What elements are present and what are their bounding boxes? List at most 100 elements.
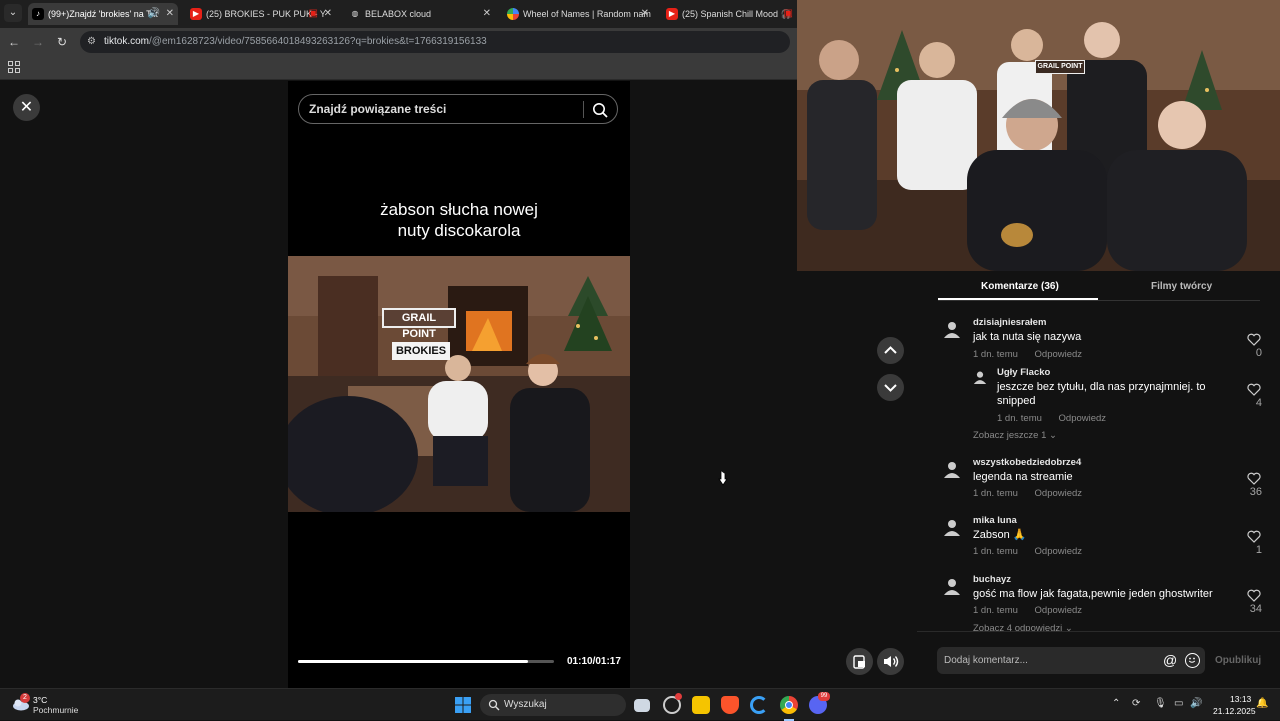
heart-icon[interactable] — [1247, 472, 1261, 485]
search-icon — [488, 699, 500, 711]
weather-description: Pochmurnie — [33, 705, 79, 715]
forward-button[interactable]: → — [28, 32, 48, 52]
chevron-up-icon — [884, 346, 897, 354]
close-video-button[interactable]: ✕ — [13, 94, 40, 121]
microphone-icon[interactable]: 🎙 — [1154, 698, 1167, 709]
video-player[interactable]: żabson słucha nowej nuty discokarola — [288, 81, 630, 688]
back-button[interactable]: ← — [4, 32, 24, 52]
show-more-replies[interactable]: Zobacz jeszcze 1 ⌄ — [973, 430, 1057, 441]
copilot-icon[interactable] — [663, 693, 682, 714]
like-count: 0 — [1255, 347, 1262, 359]
next-video-button[interactable] — [877, 374, 904, 401]
reload-button[interactable]: ↻ — [52, 32, 72, 52]
file-explorer-icon[interactable] — [692, 696, 710, 714]
brave-icon[interactable] — [721, 696, 739, 714]
weather-badge: 2 — [20, 693, 30, 703]
ccleaner-icon[interactable] — [750, 696, 768, 714]
stream-webcam-overlay: GRAIL POINT — [797, 0, 1280, 271]
add-comment-box: @ — [937, 647, 1205, 674]
windows-start-icon[interactable] — [454, 696, 472, 714]
comment-username[interactable]: Ugły Flacko — [997, 367, 1050, 378]
reply-button[interactable]: Odpowiedz — [1059, 413, 1107, 424]
previous-video-button[interactable] — [877, 337, 904, 364]
reply-button[interactable]: Odpowiedz — [1035, 349, 1083, 360]
avatar[interactable] — [943, 460, 961, 478]
tab-spanish-chill[interactable]: ▶ (25) Spanish Chill Mood 🎧 ▣ — [662, 3, 797, 25]
comment-time: 1 dn. temu — [997, 413, 1042, 424]
grail-point-sign: GRAIL POINT — [382, 308, 456, 340]
comment-meta: 1 dn. temu Odpowiedz — [973, 546, 1082, 557]
audio-icon[interactable]: 🔊 — [148, 3, 160, 25]
video-progress-bar[interactable] — [298, 660, 554, 663]
comment-username[interactable]: dzisiajniesrałem — [973, 317, 1046, 328]
chrome-icon[interactable] — [780, 696, 798, 714]
tab-wheel-of-names[interactable]: Wheel of Names | Random nam ✕ — [503, 3, 653, 25]
comment-username[interactable]: mika luna — [973, 515, 1017, 526]
comment-text: legenda na streamie — [973, 471, 1073, 483]
windows-search-box[interactable]: Wyszukaj — [480, 694, 626, 716]
avatar[interactable] — [943, 577, 961, 595]
notifications-icon[interactable]: 🔔 — [1256, 698, 1268, 709]
chevron-down-icon: ⌄ — [1049, 430, 1058, 441]
reply-button[interactable]: Odpowiedz — [1035, 605, 1083, 616]
emoji-icon[interactable] — [1185, 653, 1200, 668]
video-frame: GRAIL POINT BROKIES — [288, 256, 630, 512]
tab-creator-videos[interactable]: Filmy twórcy — [1151, 281, 1212, 292]
recording-icon: ▣ — [308, 8, 318, 19]
panel-divider — [917, 631, 1280, 632]
floating-player-button[interactable] — [846, 648, 873, 675]
search-icon[interactable] — [591, 101, 609, 119]
publish-button[interactable]: Opublikuj — [1215, 655, 1261, 666]
like-count: 4 — [1255, 397, 1262, 409]
reply-button[interactable]: Odpowiedz — [1035, 546, 1083, 557]
tab-search-button[interactable]: ⌄ — [4, 4, 22, 22]
comment-meta: 1 dn. temu Odpowiedz — [973, 488, 1082, 499]
weather-widget[interactable]: 2 — [12, 693, 30, 711]
close-tab-icon[interactable]: ✕ — [641, 3, 649, 25]
comment-meta: 1 dn. temu Odpowiedz — [973, 349, 1082, 360]
sync-icon[interactable]: ⟳ — [1132, 698, 1140, 709]
heart-icon[interactable] — [1247, 333, 1261, 346]
volume-button[interactable] — [877, 648, 904, 675]
avatar[interactable] — [943, 518, 961, 536]
avatar[interactable] — [943, 320, 961, 338]
search-divider — [583, 101, 584, 118]
stream-scene-image — [797, 0, 1280, 271]
comment-username[interactable]: buchayz — [973, 574, 1011, 585]
active-tab-indicator — [938, 298, 1098, 300]
tab-tiktok[interactable]: ♪ (99+)Znajdź 'brokies' na Tik 🔊 ✕ — [28, 3, 178, 25]
clock-date[interactable]: 21.12.2025 — [1213, 706, 1256, 716]
heart-icon[interactable] — [1247, 383, 1261, 396]
tab-title: (25) Spanish Chill Mood 🎧 — [682, 9, 792, 19]
tab-comments[interactable]: Komentarze (36) — [981, 281, 1059, 292]
clock-time[interactable]: 13:13 — [1230, 694, 1251, 704]
tab-youtube-brokies[interactable]: ▶ (25) BROKIES - PUK PUK - Y ▣ ✕ — [186, 3, 336, 25]
discord-icon[interactable]: 99 — [809, 692, 830, 714]
tab-title: BELABOX cloud — [365, 9, 432, 19]
close-tab-icon[interactable]: ✕ — [166, 3, 174, 25]
heart-icon[interactable] — [1247, 589, 1261, 602]
caption-line-2: nuty discokarola — [397, 221, 521, 240]
comment-text: jeszcze bez tytułu, dla nas przynajmniej… — [997, 381, 1206, 407]
comment-time: 1 dn. temu — [973, 488, 1018, 499]
tiktok-page: ✕ żabson słucha nowej nuty discokarola — [0, 81, 917, 688]
avatar[interactable] — [973, 370, 987, 384]
close-tab-icon[interactable]: ✕ — [483, 3, 491, 25]
site-settings-icon[interactable]: ⚙ — [87, 31, 96, 53]
chevron-up-icon[interactable]: ⌃ — [1112, 698, 1120, 709]
weather-temperature: 3°C — [33, 695, 48, 705]
heart-icon[interactable] — [1247, 530, 1261, 543]
task-view-icon[interactable] — [634, 699, 650, 712]
tab-belabox[interactable]: ◍ BELABOX cloud ✕ — [345, 3, 495, 25]
youtube-icon: ▶ — [666, 8, 678, 20]
reply-button[interactable]: Odpowiedz — [1035, 488, 1083, 499]
close-tab-icon[interactable]: ✕ — [324, 3, 332, 25]
network-icon[interactable]: ▭ — [1174, 698, 1183, 709]
related-search-input[interactable] — [299, 95, 583, 123]
comment-username[interactable]: wszystkobedziedobrze4 — [973, 457, 1081, 468]
volume-tray-icon[interactable]: 🔊 — [1190, 698, 1202, 709]
address-bar[interactable]: ⚙ tiktok.com/@em1628723/video/7585664018… — [80, 31, 790, 53]
mention-icon[interactable]: @ — [1163, 652, 1177, 668]
apps-grid-icon[interactable] — [8, 61, 20, 73]
comment-input[interactable] — [937, 647, 1157, 674]
